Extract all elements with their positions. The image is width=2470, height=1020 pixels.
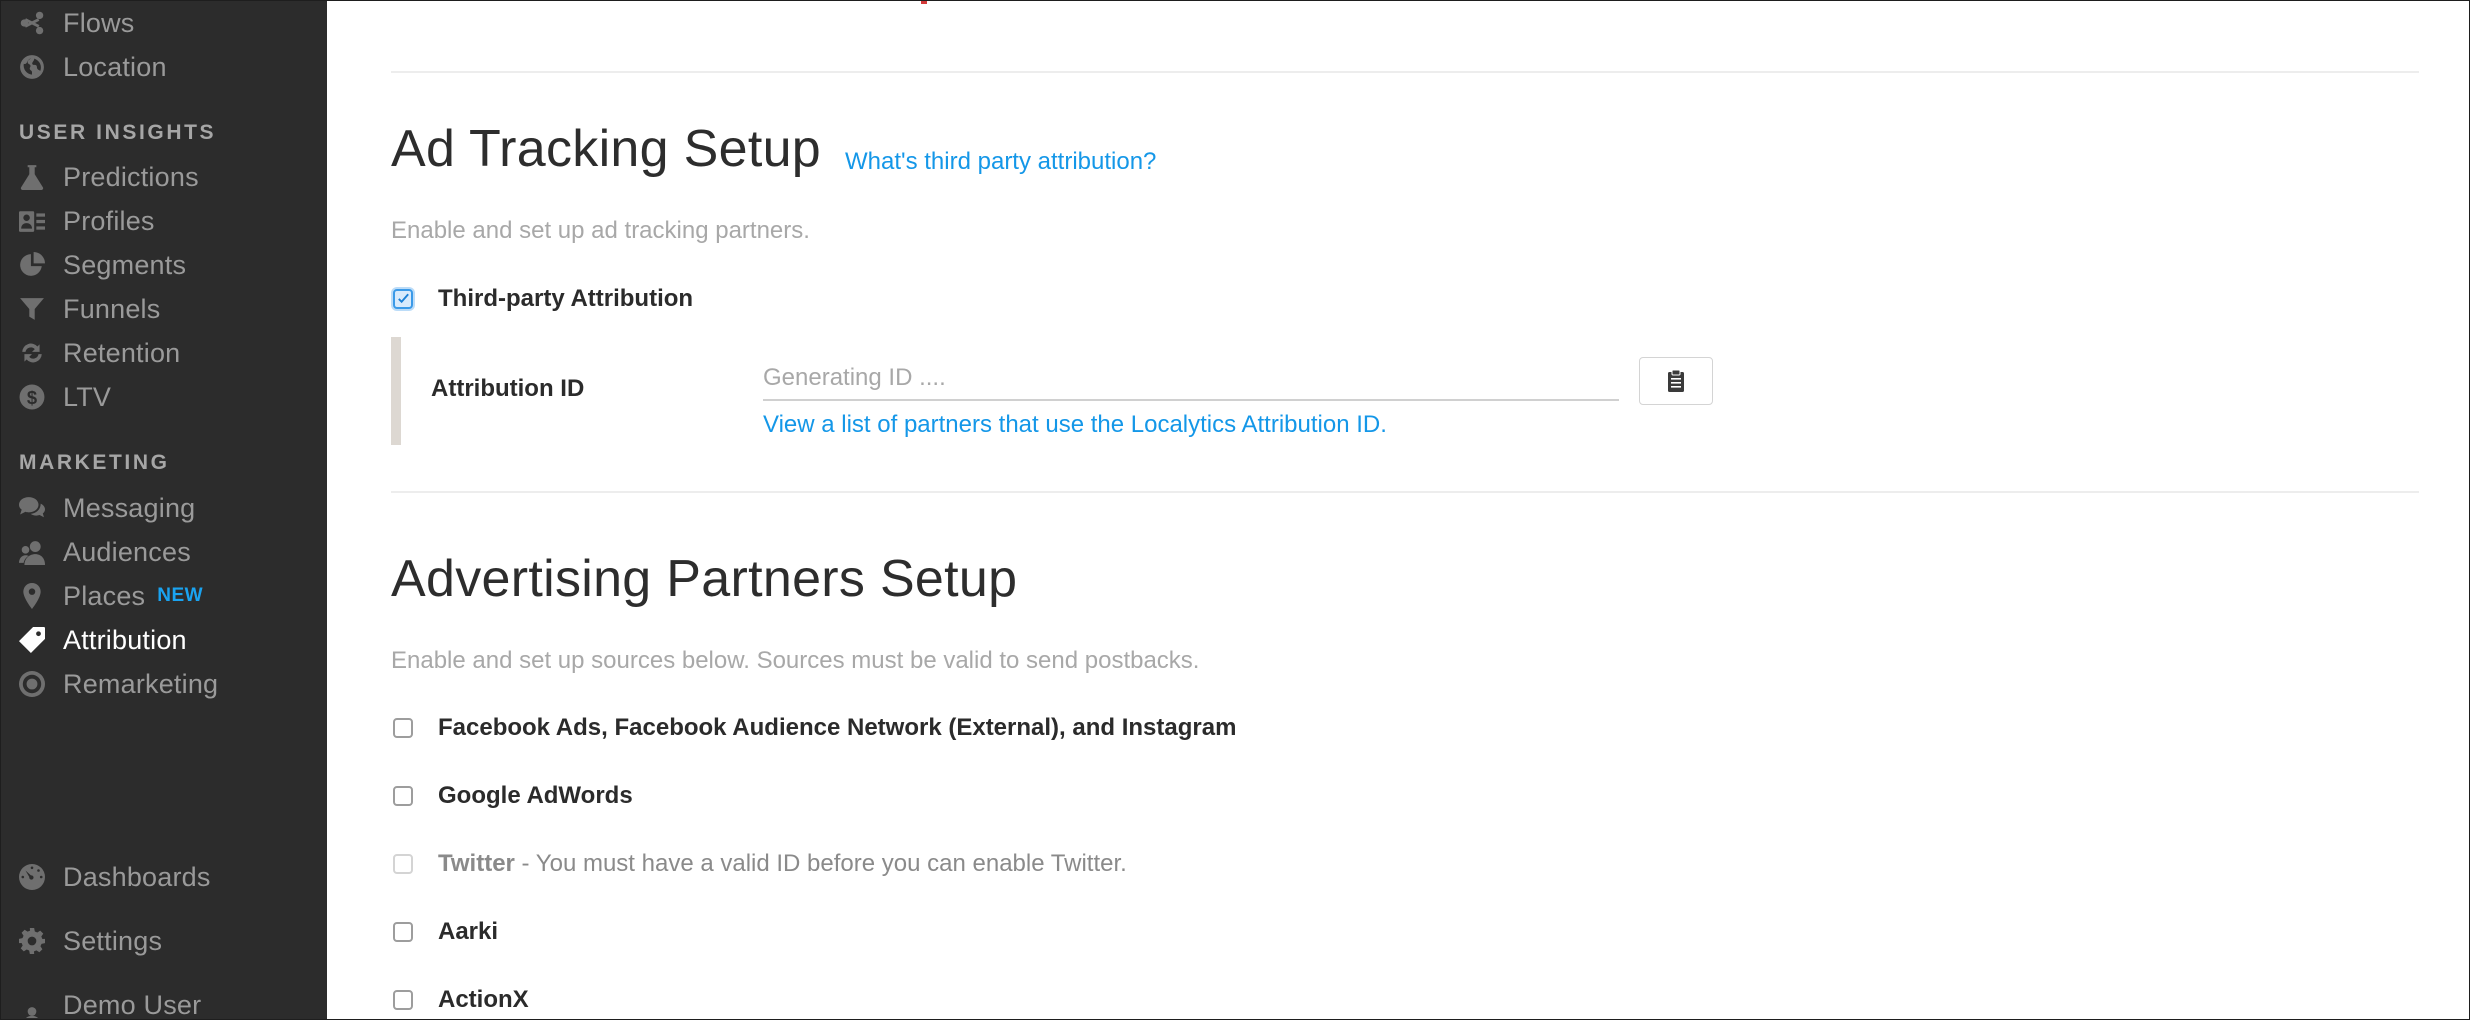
- sidebar-item-label: Funnels: [63, 293, 161, 324]
- map-pin-icon: [19, 583, 45, 609]
- sidebar-item-messaging[interactable]: Messaging: [19, 488, 195, 528]
- gear-icon: [19, 928, 45, 954]
- new-badge: NEW: [157, 585, 204, 606]
- sidebar-item-places[interactable]: Places NEW: [19, 576, 203, 616]
- partner-label-google-adwords: Google AdWords: [438, 782, 633, 809]
- sidebar-item-label: Profiles: [63, 205, 155, 236]
- user-icon: [19, 992, 45, 1018]
- sidebar: Flows Location USER INSIGHTS Predictions…: [1, 1, 327, 1020]
- partner-label-actionx: ActionX: [438, 986, 529, 1013]
- sidebar-item-label: Flows: [63, 7, 135, 38]
- sidebar-item-label: Messaging: [63, 492, 196, 523]
- sidebar-item-location[interactable]: Location: [19, 47, 167, 87]
- sidebar-item-ltv[interactable]: $ LTV: [19, 377, 111, 417]
- sidebar-item-label: Demo User: [63, 989, 202, 1020]
- sidebar-item-remarketing[interactable]: Remarketing: [19, 664, 218, 704]
- app-window: Flows Location USER INSIGHTS Predictions…: [0, 0, 2470, 1020]
- sidebar-item-label: Settings: [63, 925, 163, 956]
- sidebar-item-retention[interactable]: Retention: [19, 333, 180, 373]
- users-icon: [19, 539, 45, 565]
- sidebar-item-profiles[interactable]: Profiles: [19, 201, 155, 241]
- sidebar-item-label: Attribution: [63, 624, 187, 655]
- partner-checkbox-google-adwords[interactable]: [393, 786, 413, 806]
- attribution-id-label: Attribution ID: [431, 375, 585, 402]
- decorative-mark: [921, 1, 927, 4]
- sidebar-item-funnels[interactable]: Funnels: [19, 289, 160, 329]
- target-icon: [19, 671, 45, 697]
- ad-tracking-title: Ad Tracking Setup: [391, 120, 822, 178]
- sidebar-item-label: Remarketing: [63, 668, 219, 699]
- twitter-disabled-note: - You must have a valid ID before you ca…: [514, 850, 1127, 877]
- sidebar-item-label: Places: [63, 580, 146, 611]
- sidebar-item-label: Retention: [63, 337, 181, 368]
- partner-label-facebook: Facebook Ads, Facebook Audience Network …: [438, 714, 1237, 741]
- sidebar-item-audiences[interactable]: Audiences: [19, 532, 191, 572]
- third-party-attribution-help-link[interactable]: What's third party attribution?: [845, 148, 1156, 176]
- partner-label-aarki: Aarki: [438, 918, 499, 945]
- flask-icon: [19, 164, 45, 190]
- attribution-id-accent-bar: [391, 337, 401, 445]
- svg-text:$: $: [27, 387, 37, 408]
- localytics-partners-link[interactable]: View a list of partners that use the Loc…: [763, 411, 1387, 439]
- sidebar-item-dashboards[interactable]: Dashboards: [19, 857, 211, 897]
- partner-checkbox-facebook[interactable]: [393, 718, 413, 738]
- sidebar-item-label: Audiences: [63, 536, 191, 567]
- funnel-icon: [19, 296, 45, 322]
- advertising-partners-title: Advertising Partners Setup: [391, 550, 1018, 608]
- retention-arrows-icon: [19, 340, 45, 366]
- sidebar-item-flows[interactable]: Flows: [19, 3, 135, 43]
- copy-attribution-id-button[interactable]: [1639, 357, 1713, 405]
- sidebar-item-label: Predictions: [63, 161, 199, 192]
- third-party-attribution-checkbox[interactable]: [393, 289, 413, 309]
- sidebar-item-label: Dashboards: [63, 861, 211, 892]
- partner-checkbox-actionx[interactable]: [393, 990, 413, 1010]
- profile-card-icon: [19, 208, 45, 234]
- chat-bubbles-icon: [19, 495, 45, 521]
- share-icon: [19, 10, 45, 36]
- partner-checkbox-aarki[interactable]: [393, 922, 413, 942]
- sidebar-item-segments[interactable]: Segments: [19, 245, 186, 285]
- sidebar-item-attribution[interactable]: Attribution: [19, 620, 187, 660]
- sidebar-item-demo-user[interactable]: Demo User: [19, 985, 202, 1020]
- pie-chart-icon: [19, 252, 45, 278]
- dashboard-gauge-icon: [19, 864, 45, 890]
- partner-checkbox-twitter[interactable]: [393, 854, 413, 874]
- sidebar-item-label: LTV: [63, 381, 112, 412]
- partner-row-twitter: Twitter - You must have a valid ID befor…: [438, 850, 1127, 878]
- advertising-partners-subtitle: Enable and set up sources below. Sources…: [391, 647, 1200, 674]
- dollar-circle-icon: $: [19, 384, 45, 410]
- sidebar-item-settings[interactable]: Settings: [19, 921, 162, 961]
- divider: [391, 491, 2419, 493]
- partner-label-twitter: Twitter: [438, 850, 515, 877]
- section-header-marketing: MARKETING: [19, 451, 170, 474]
- attribution-id-input[interactable]: [763, 357, 1619, 401]
- tag-icon: [19, 627, 45, 653]
- third-party-attribution-label: Third-party Attribution: [438, 285, 694, 312]
- checkmark-icon: [398, 293, 409, 304]
- clipboard-icon: [1668, 369, 1684, 392]
- globe-icon: [19, 54, 45, 80]
- section-header-user-insights: USER INSIGHTS: [19, 121, 217, 144]
- ad-tracking-subtitle: Enable and set up ad tracking partners.: [391, 217, 810, 244]
- main-content: Ad Tracking Setup What's third party att…: [327, 1, 2469, 1019]
- sidebar-item-label: Location: [63, 51, 167, 82]
- sidebar-item-predictions[interactable]: Predictions: [19, 157, 199, 197]
- divider: [391, 71, 2419, 73]
- sidebar-item-label: Segments: [63, 249, 187, 280]
